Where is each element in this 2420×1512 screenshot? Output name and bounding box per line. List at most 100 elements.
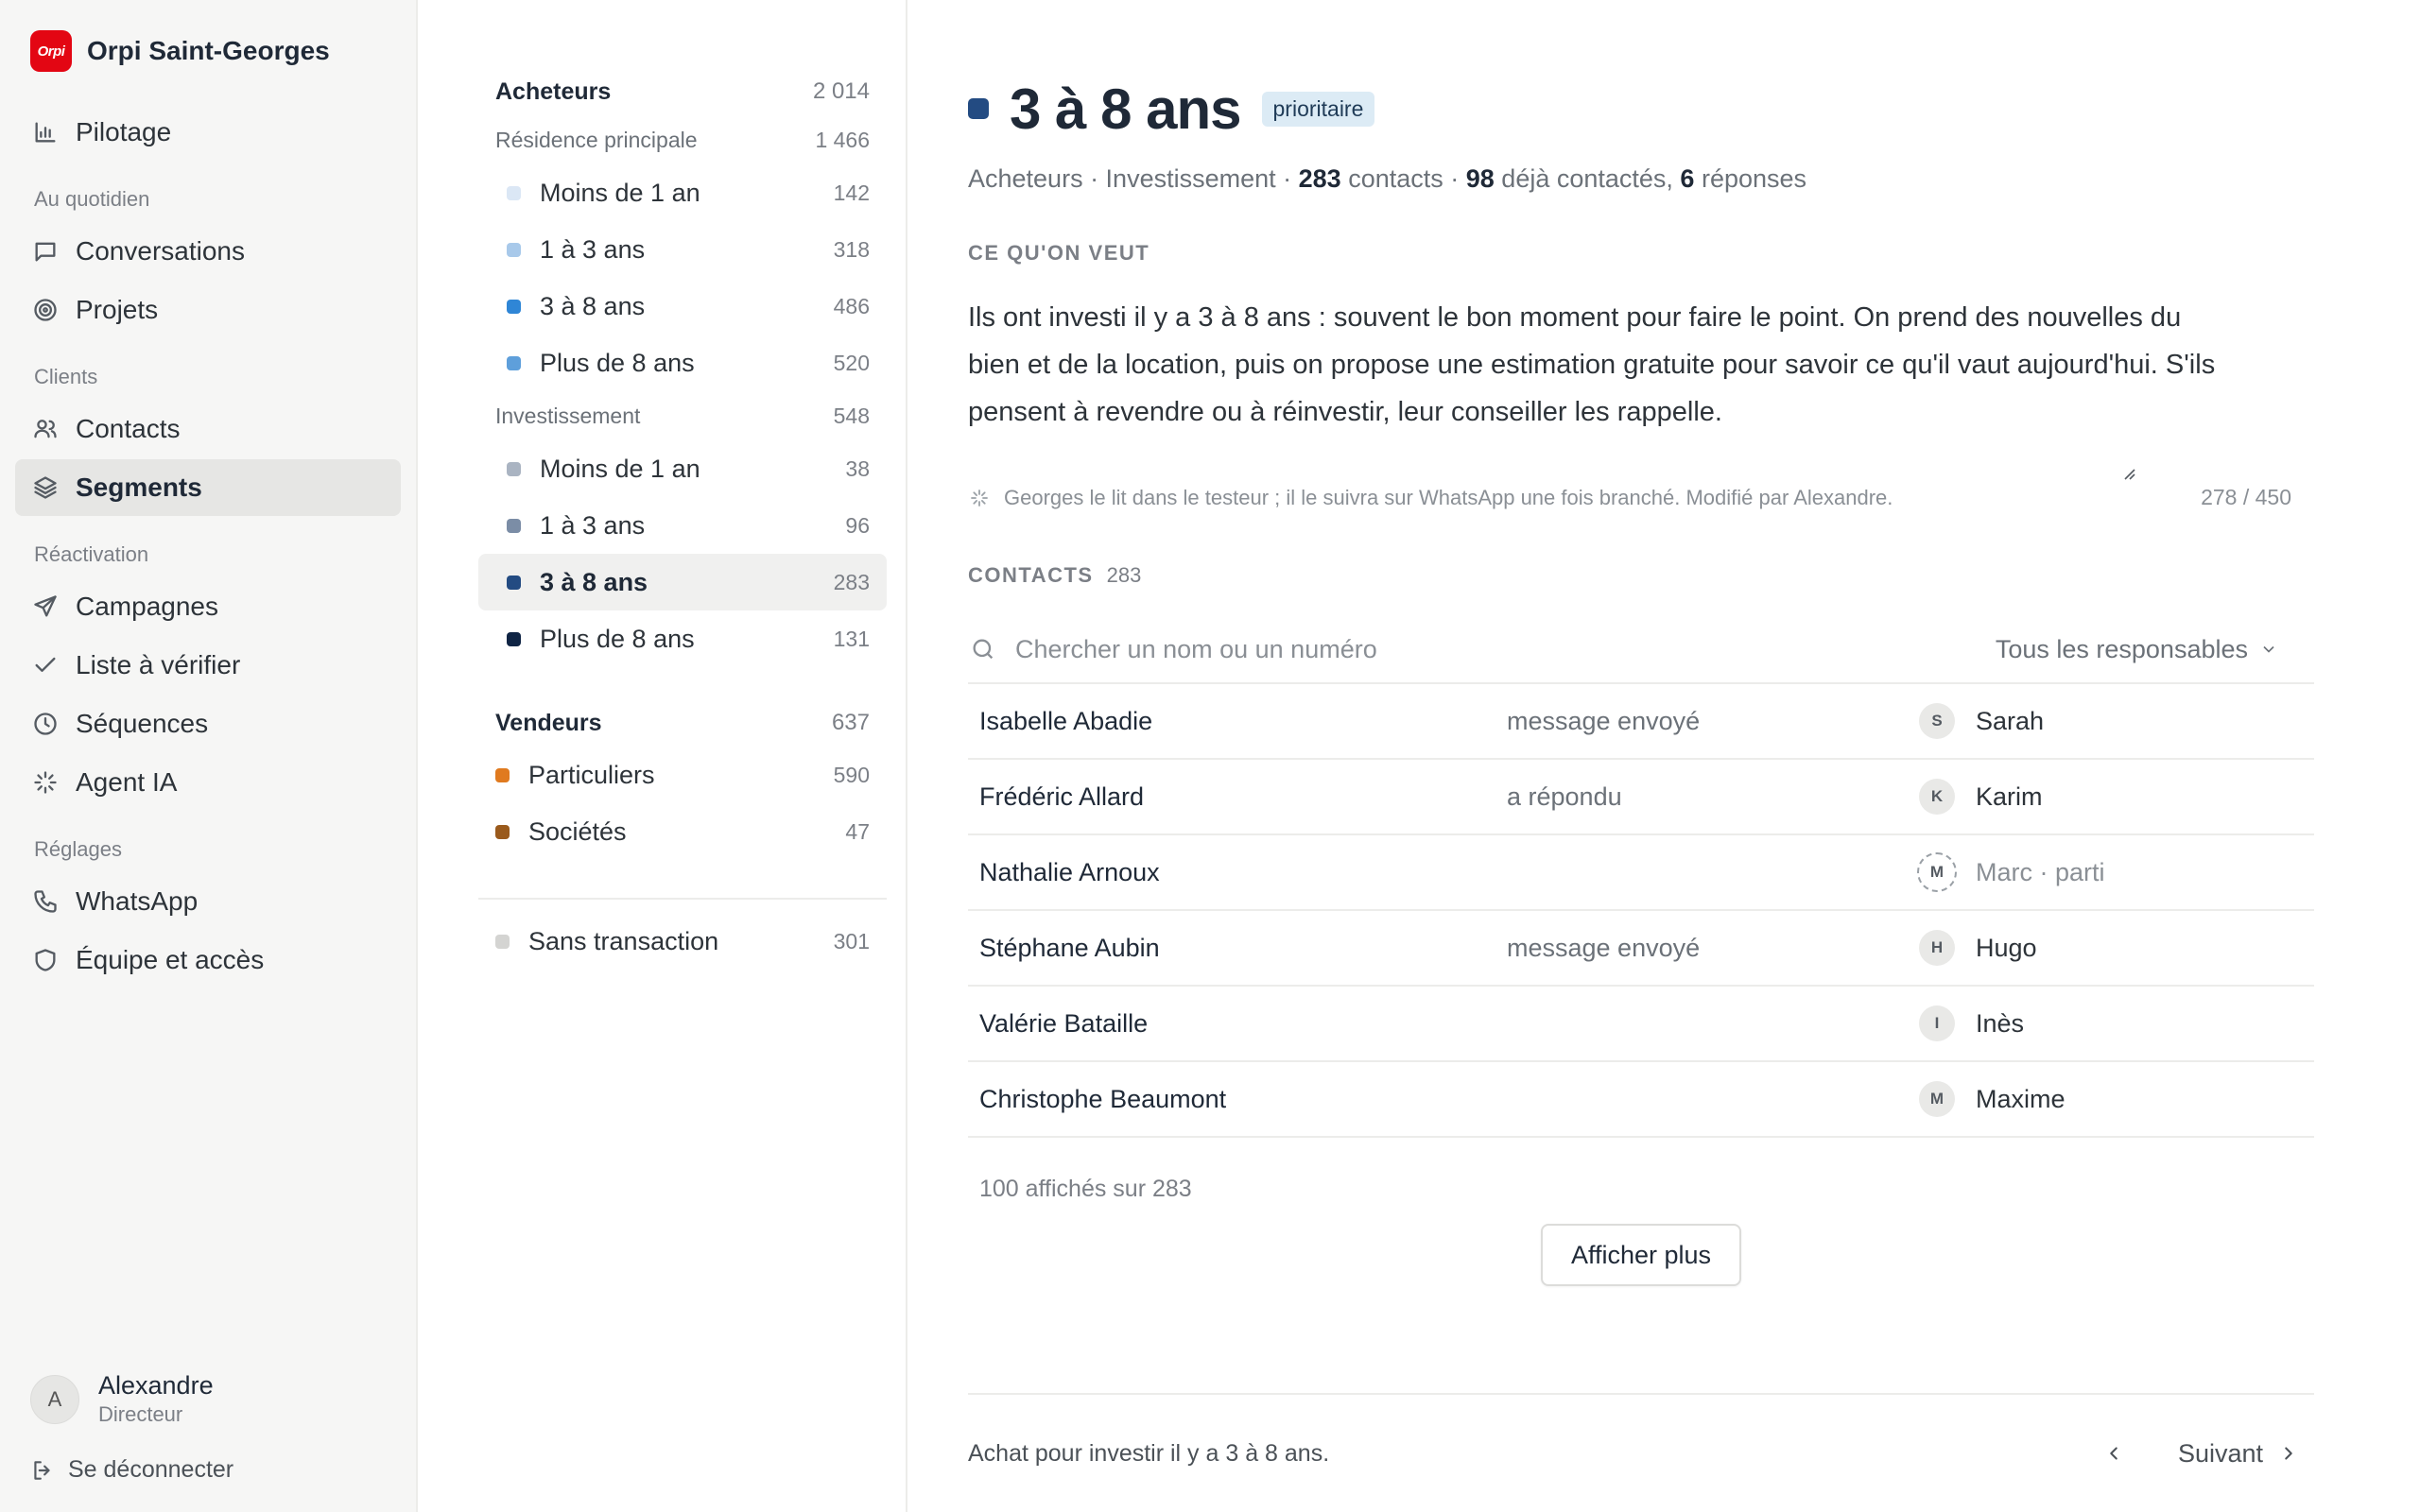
nav-item-whatsapp[interactable]: WhatsApp [15, 873, 401, 930]
segment-summary: Achat pour investir il y a 3 à 8 ans. [968, 1439, 1330, 1467]
segment-item[interactable]: Particuliers 590 [478, 747, 887, 803]
segment-item[interactable]: Moins de 1 an 38 [478, 440, 887, 497]
segment-item[interactable]: Moins de 1 an 142 [478, 164, 887, 221]
segment-item-no-transaction[interactable]: Sans transaction 301 [478, 913, 887, 970]
contact-status: a répondu [1507, 782, 1622, 811]
avatar: K [1919, 779, 1955, 815]
brand-name: Orpi Saint-Georges [87, 36, 330, 65]
char-counter: 278 / 450 [2201, 485, 2291, 509]
segment-group-sellers[interactable]: Vendeurs 637 [478, 699, 887, 747]
contact-name: Nathalie Arnoux [979, 857, 1160, 886]
segment-color-dot [495, 824, 510, 839]
nav-item-campaigns[interactable]: Campagnes [15, 578, 401, 635]
contact-status: message envoyé [1507, 933, 1701, 962]
segment-label: 1 à 3 ans [540, 234, 646, 264]
contact-name: Valérie Bataille [979, 1008, 1149, 1038]
goal-description-text: Ils ont investi il y a 3 à 8 ans : souve… [968, 302, 2216, 427]
nav-section-daily: Au quotidien [34, 187, 150, 211]
segment-count: 96 [845, 512, 870, 538]
contact-status: message envoyé [1507, 706, 1701, 735]
load-more-wrap: Afficher plus [968, 1224, 2314, 1286]
contacts-search-input[interactable] [1015, 634, 1996, 664]
next-button[interactable]: Suivant [2178, 1439, 2314, 1469]
user-text: Alexandre Directeur [98, 1371, 214, 1427]
nav-item-review-list[interactable]: Liste à vérifier [15, 637, 401, 694]
segment-item[interactable]: 1 à 3 ans 318 [478, 221, 887, 278]
meta-replies-count: 6 [1680, 164, 1695, 193]
brand-logo: Orpi [30, 30, 72, 72]
previous-button[interactable] [2095, 1435, 2133, 1472]
segment-item[interactable]: Plus de 8 ans 520 [478, 335, 887, 391]
nav-item-pilotage[interactable]: Pilotage [15, 104, 401, 161]
segment-subgroup-primary[interactable]: Résidence principale 1 466 [478, 115, 887, 164]
avatar: S [1919, 703, 1955, 739]
resize-handle-icon[interactable] [2121, 466, 2138, 483]
contact-owner: M Maxime [1919, 1081, 2066, 1117]
table-row[interactable]: Christophe Beaumont M Maxime [968, 1062, 2314, 1138]
segment-group-label: Acheteurs [495, 77, 612, 105]
segment-footer: Achat pour investir il y a 3 à 8 ans. Su… [968, 1393, 2314, 1512]
segment-color-dot [507, 575, 521, 590]
brand[interactable]: Orpi Orpi Saint-Georges [15, 0, 401, 102]
segment-count: 38 [845, 455, 870, 481]
chevron-right-icon [2285, 1447, 2292, 1460]
nav-item-label: Agent IA [76, 767, 178, 797]
segment-count: 590 [833, 762, 870, 787]
check-icon [30, 650, 60, 680]
table-row[interactable]: Valérie Bataille I Inès [968, 987, 2314, 1062]
user-profile[interactable]: A Alexandre Directeur [30, 1371, 214, 1427]
segment-count: 301 [833, 928, 870, 954]
nav-item-sequences[interactable]: Séquences [15, 696, 401, 752]
meta-text: déjà contactés, [1494, 164, 1681, 193]
priority-badge[interactable]: prioritaire [1261, 91, 1375, 127]
shown-count: 100 affichés sur 283 [979, 1176, 1192, 1202]
goal-description-editor[interactable]: Ils ont investi il y a 3 à 8 ans : souve… [968, 294, 2216, 483]
segment-group-count: 2 014 [812, 78, 870, 104]
segment-subgroup-investment[interactable]: Investissement 548 [478, 391, 887, 440]
contacts-search-bar: Tous les responsables [968, 616, 2314, 684]
segment-subgroup-label: Résidence principale [495, 127, 698, 152]
segment-item-selected[interactable]: 3 à 8 ans 283 [478, 554, 887, 610]
segment-count: 47 [845, 818, 870, 844]
nav-item-contacts[interactable]: Contacts [15, 401, 401, 457]
contact-name: Stéphane Aubin [979, 933, 1160, 962]
nav-item-label: Liste à vérifier [76, 650, 241, 679]
segment-color-dot [507, 631, 521, 646]
nav-item-label: Contacts [76, 414, 181, 443]
nav-item-segments[interactable]: Segments [15, 459, 401, 516]
page-title: 3 à 8 ans [1010, 77, 1242, 141]
nav-item-label: WhatsApp [76, 886, 199, 916]
logout-icon [34, 1460, 50, 1480]
owner-name: Marc · parti [1976, 857, 2105, 886]
segment-item[interactable]: Sociétés 47 [478, 803, 887, 860]
nav-item-projects[interactable]: Projets [15, 282, 401, 338]
nav-item-conversations[interactable]: Conversations [15, 223, 401, 280]
agent-note-text: Georges le lit dans le testeur ; il le s… [1004, 485, 1893, 509]
segment-item[interactable]: 3 à 8 ans 486 [478, 278, 887, 335]
segments-panel: Acheteurs 2 014 Résidence principale 1 4… [418, 0, 908, 1512]
table-row[interactable]: Nathalie Arnoux M Marc · parti [968, 835, 2314, 911]
table-row[interactable]: Frédéric Allard a répondu K Karim [968, 760, 2314, 835]
users-icon [30, 414, 60, 444]
segment-group-buyers[interactable]: Acheteurs 2 014 [478, 68, 887, 115]
load-more-button[interactable]: Afficher plus [1540, 1224, 1742, 1286]
nav-item-label: Campagnes [76, 592, 218, 621]
segment-count: 318 [833, 236, 870, 262]
segment-label: Moins de 1 an [540, 178, 700, 207]
owner-filter-dropdown[interactable]: Tous les responsables [1996, 635, 2310, 664]
segment-group-count: 637 [831, 710, 870, 735]
owner-filter-label: Tous les responsables [1995, 634, 2248, 663]
nav-item-team-access[interactable]: Équipe et accès [15, 932, 401, 988]
table-row[interactable]: Stéphane Aubin message envoyé H Hugo [968, 911, 2314, 987]
segment-label: Plus de 8 ans [540, 348, 695, 377]
nav-item-ai-agent[interactable]: Agent IA [15, 754, 401, 811]
segment-item[interactable]: Plus de 8 ans 131 [478, 610, 887, 667]
contact-owner: H Hugo [1919, 930, 2037, 966]
logout-button[interactable]: Se déconnecter [30, 1456, 233, 1484]
owner-name: Karim [1976, 782, 2043, 811]
contact-name: Christophe Beaumont [979, 1084, 1227, 1113]
segment-item[interactable]: 1 à 3 ans 96 [478, 497, 887, 554]
user-name: Alexandre [98, 1371, 214, 1400]
table-row[interactable]: Isabelle Abadie message envoyé S Sarah [968, 684, 2314, 760]
meta-text: contacts · [1340, 164, 1466, 193]
